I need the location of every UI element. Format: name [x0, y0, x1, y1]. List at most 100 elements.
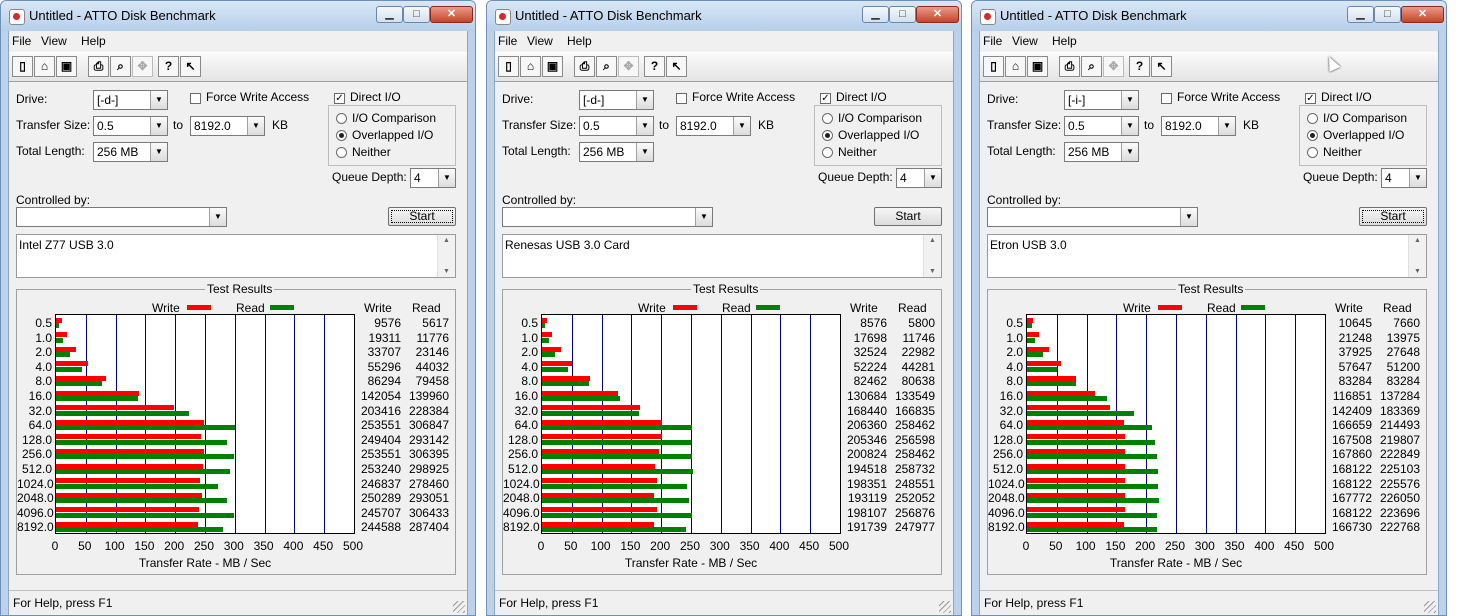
memo-scrollbar[interactable]: ▲ ▼ — [1408, 235, 1426, 277]
print-icon[interactable]: ⎙ — [88, 56, 109, 77]
maximize-icon[interactable]: □ — [1374, 6, 1401, 23]
title-bar[interactable]: Untitled - ATTO Disk Benchmark ▁ □ ✕ — [972, 1, 1446, 31]
queue-depth-select[interactable]: 4 ▼ — [896, 168, 942, 188]
description-field[interactable]: Renesas USB 3.0 Card ▲ ▼ — [502, 234, 942, 278]
start-button[interactable]: Start — [388, 207, 456, 226]
transfer-to-select[interactable]: 8192.0 ▼ — [676, 116, 751, 136]
neither-radio[interactable] — [1307, 147, 1318, 158]
help-icon[interactable]: ? — [1129, 56, 1150, 77]
io-comparison-radio[interactable] — [1307, 113, 1318, 124]
chevron-down-icon[interactable]: ▼ — [150, 91, 167, 109]
new-icon[interactable]: ▯ — [983, 56, 1004, 77]
preview-icon[interactable]: ⌕ — [596, 56, 617, 77]
menu-view[interactable]: View — [527, 34, 553, 48]
chevron-down-icon[interactable]: ▼ — [636, 117, 653, 135]
io-comparison-radio[interactable] — [336, 113, 347, 124]
menu-help[interactable]: Help — [1052, 34, 1077, 48]
drive-select[interactable]: [-d-] ▼ — [93, 90, 168, 110]
print-icon[interactable]: ⎙ — [574, 56, 595, 77]
start-button[interactable]: Start — [874, 207, 942, 226]
resize-grip-icon[interactable] — [453, 601, 465, 613]
total-length-select[interactable]: 256 MB ▼ — [1064, 142, 1139, 162]
chevron-down-icon[interactable]: ▼ — [1218, 117, 1235, 135]
chevron-down-icon[interactable]: ▼ — [695, 208, 712, 226]
close-icon[interactable]: ✕ — [430, 6, 473, 23]
menu-view[interactable]: View — [41, 34, 67, 48]
open-icon[interactable]: ⌂ — [34, 56, 55, 77]
chevron-down-icon[interactable]: ▼ — [636, 143, 653, 161]
direct-io-checkbox[interactable]: ✓ — [820, 93, 831, 104]
transfer-to-select[interactable]: 8192.0 ▼ — [190, 116, 265, 136]
menu-file[interactable]: File — [498, 34, 517, 48]
close-icon[interactable]: ✕ — [916, 6, 959, 23]
chevron-down-icon[interactable]: ▼ — [636, 91, 653, 109]
neither-radio[interactable] — [336, 147, 347, 158]
overlapped-io-radio[interactable] — [1307, 130, 1318, 141]
overlapped-io-radio[interactable] — [822, 130, 833, 141]
menu-help[interactable]: Help — [567, 34, 592, 48]
force-write-checkbox[interactable] — [190, 93, 201, 104]
start-button[interactable]: Start — [1359, 207, 1427, 226]
help-icon[interactable]: ? — [644, 56, 665, 77]
chevron-down-icon[interactable]: ▼ — [733, 117, 750, 135]
description-field[interactable]: Intel Z77 USB 3.0 ▲ ▼ — [16, 234, 456, 278]
context-help-icon[interactable]: ↖ — [666, 56, 687, 77]
title-bar[interactable]: Untitled - ATTO Disk Benchmark ▁ □ ✕ — [487, 1, 961, 31]
menu-file[interactable]: File — [983, 34, 1002, 48]
close-icon[interactable]: ✕ — [1401, 6, 1444, 23]
context-help-icon[interactable]: ↖ — [1151, 56, 1172, 77]
chevron-down-icon[interactable]: ▼ — [438, 169, 455, 187]
chevron-down-icon[interactable]: ▼ — [924, 169, 941, 187]
direct-io-checkbox[interactable]: ✓ — [1305, 93, 1316, 104]
neither-radio[interactable] — [822, 147, 833, 158]
open-icon[interactable]: ⌂ — [1005, 56, 1026, 77]
open-icon[interactable]: ⌂ — [520, 56, 541, 77]
move-icon[interactable]: ✥ — [618, 56, 639, 77]
minimize-icon[interactable]: ▁ — [1347, 6, 1374, 23]
chevron-down-icon[interactable]: ▼ — [247, 117, 264, 135]
force-write-checkbox[interactable] — [676, 93, 687, 104]
save-icon[interactable]: ▣ — [1027, 56, 1048, 77]
drive-select[interactable]: [-d-] ▼ — [579, 90, 654, 110]
io-comparison-radio[interactable] — [822, 113, 833, 124]
preview-icon[interactable]: ⌕ — [110, 56, 131, 77]
menu-help[interactable]: Help — [81, 34, 106, 48]
title-bar[interactable]: Untitled - ATTO Disk Benchmark ▁ □ ✕ — [1, 1, 475, 31]
menu-file[interactable]: File — [12, 34, 31, 48]
transfer-from-select[interactable]: 0.5 ▼ — [579, 116, 654, 136]
direct-io-checkbox[interactable]: ✓ — [334, 93, 345, 104]
chevron-down-icon[interactable]: ▼ — [150, 117, 167, 135]
menu-view[interactable]: View — [1012, 34, 1038, 48]
maximize-icon[interactable]: □ — [403, 6, 430, 23]
transfer-to-select[interactable]: 8192.0 ▼ — [1161, 116, 1236, 136]
chevron-down-icon[interactable]: ▼ — [1180, 208, 1197, 226]
chevron-down-icon[interactable]: ▼ — [1121, 91, 1138, 109]
save-icon[interactable]: ▣ — [542, 56, 563, 77]
memo-scrollbar[interactable]: ▲ ▼ — [923, 235, 941, 277]
controlled-by-select[interactable]: ▼ — [987, 207, 1198, 227]
new-icon[interactable]: ▯ — [498, 56, 519, 77]
queue-depth-select[interactable]: 4 ▼ — [1381, 168, 1427, 188]
force-write-checkbox[interactable] — [1161, 93, 1172, 104]
queue-depth-select[interactable]: 4 ▼ — [410, 168, 456, 188]
minimize-icon[interactable]: ▁ — [862, 6, 889, 23]
drive-select[interactable]: [-i-] ▼ — [1064, 90, 1139, 110]
total-length-select[interactable]: 256 MB ▼ — [93, 142, 168, 162]
memo-scrollbar[interactable]: ▲ ▼ — [437, 235, 455, 277]
controlled-by-select[interactable]: ▼ — [16, 207, 227, 227]
transfer-from-select[interactable]: 0.5 ▼ — [93, 116, 168, 136]
help-icon[interactable]: ? — [158, 56, 179, 77]
total-length-select[interactable]: 256 MB ▼ — [579, 142, 654, 162]
chevron-down-icon[interactable]: ▼ — [150, 143, 167, 161]
controlled-by-select[interactable]: ▼ — [502, 207, 713, 227]
new-icon[interactable]: ▯ — [12, 56, 33, 77]
move-icon[interactable]: ✥ — [1103, 56, 1124, 77]
description-field[interactable]: Etron USB 3.0 ▲ ▼ — [987, 234, 1427, 278]
save-icon[interactable]: ▣ — [56, 56, 77, 77]
transfer-from-select[interactable]: 0.5 ▼ — [1064, 116, 1139, 136]
resize-grip-icon[interactable] — [939, 601, 951, 613]
chevron-down-icon[interactable]: ▼ — [1121, 117, 1138, 135]
move-icon[interactable]: ✥ — [132, 56, 153, 77]
chevron-down-icon[interactable]: ▼ — [1121, 143, 1138, 161]
resize-grip-icon[interactable] — [1424, 601, 1436, 613]
